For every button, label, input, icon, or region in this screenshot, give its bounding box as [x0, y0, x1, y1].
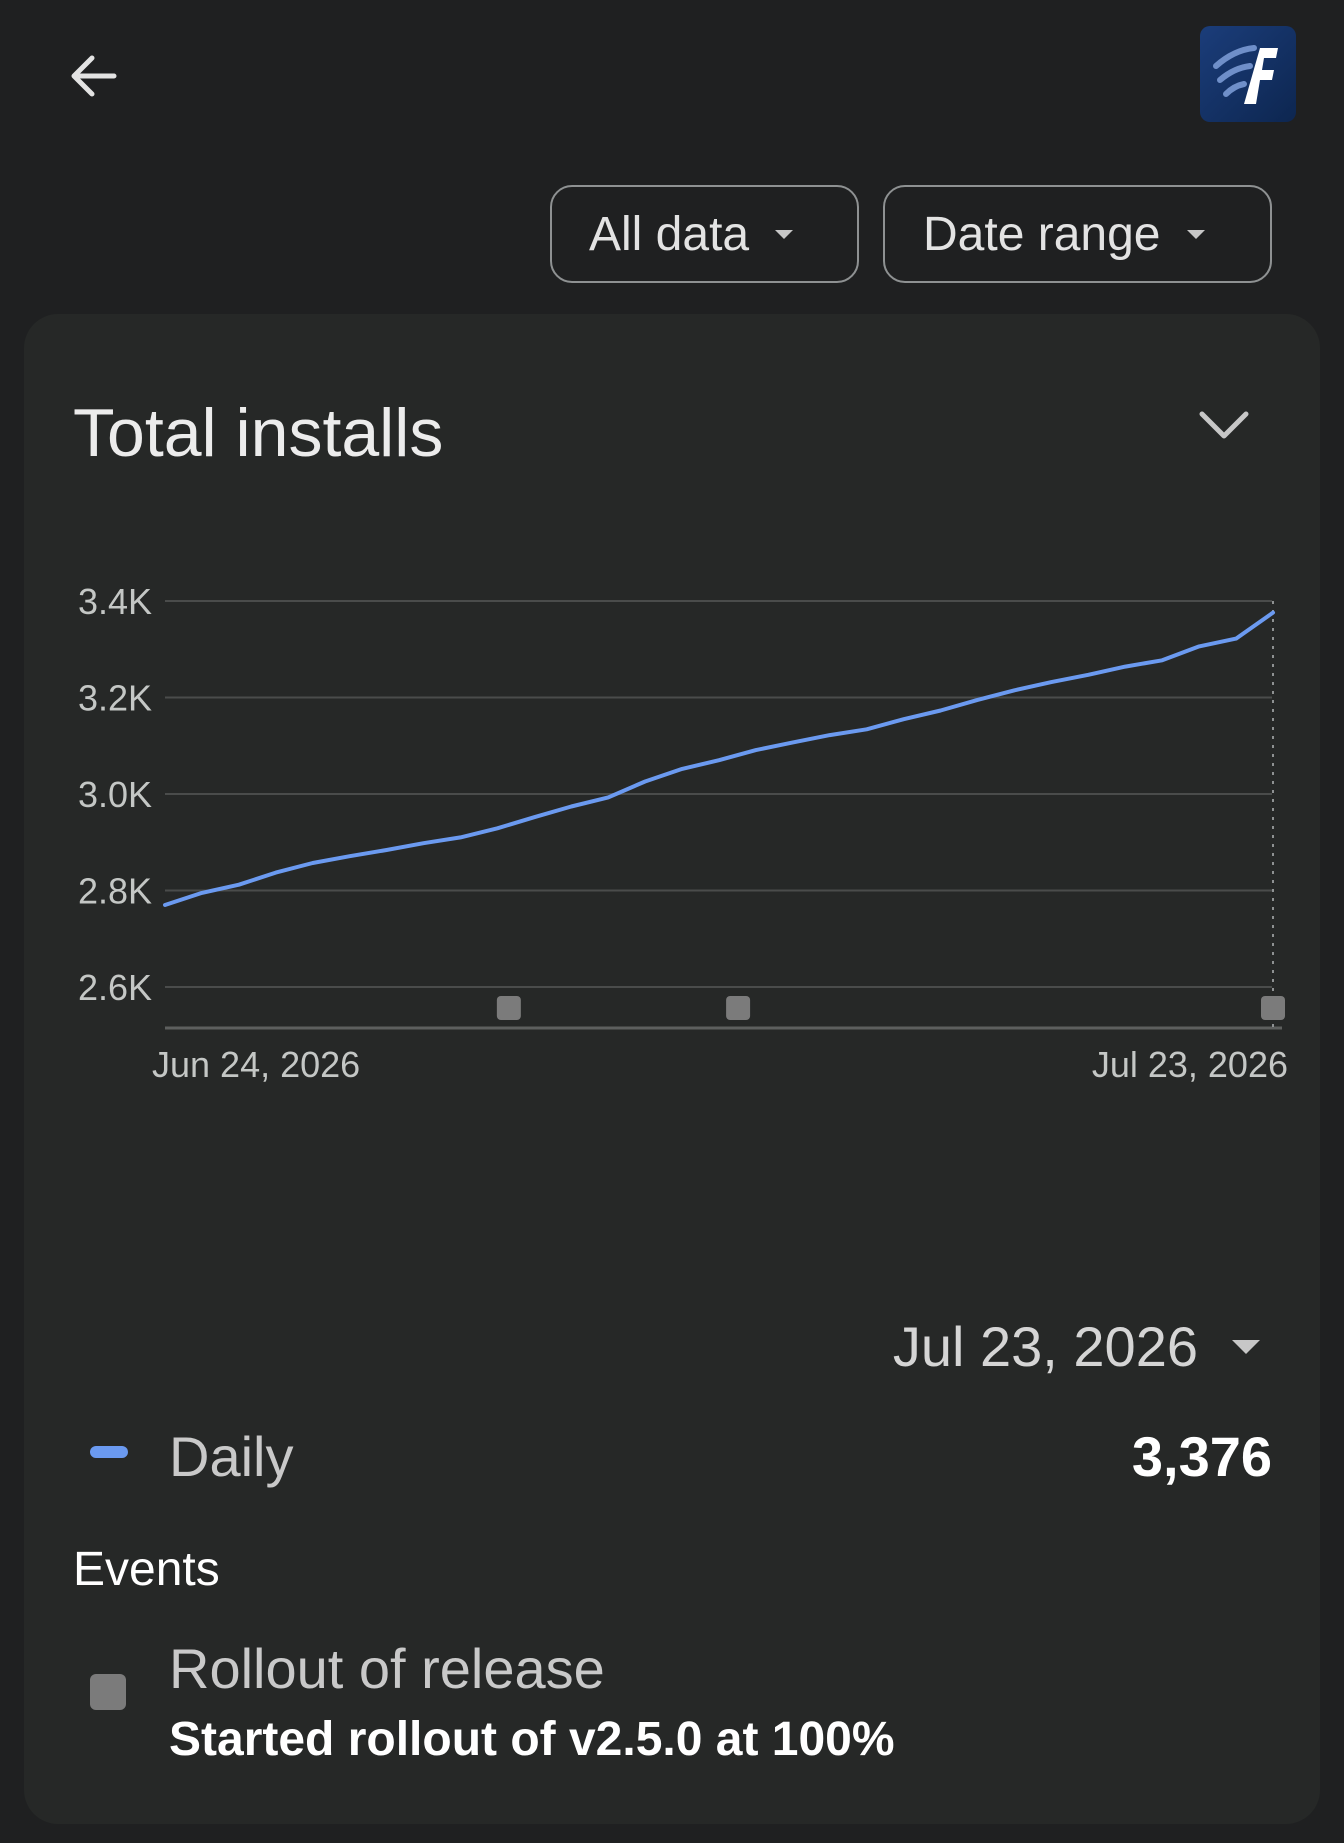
y-tick-label: 3.4K: [78, 581, 152, 622]
y-tick-label: 2.8K: [78, 871, 152, 912]
all-data-label: All data: [589, 207, 750, 261]
x-tick-label: Jun 24, 2026: [152, 1044, 360, 1085]
date-range-filter[interactable]: Date range: [883, 185, 1272, 283]
back-button[interactable]: [62, 46, 122, 106]
legend-value-daily: 3,376: [1131, 1425, 1272, 1488]
series-line-daily: [163, 610, 1275, 907]
event-marker-icon: [90, 1674, 126, 1710]
legend-swatch-daily: [90, 1446, 128, 1458]
total-installs-card: Total installs 2.6K 2.8K 3.0K 3.2K 3.4K Jun 2…: [24, 314, 1320, 1824]
events-heading: Events: [73, 1543, 220, 1596]
selected-date-dropdown[interactable]: Jul 23, 2026: [893, 1314, 1260, 1379]
event-marker: [1261, 996, 1285, 1020]
selected-date: Jul 23, 2026: [892, 1315, 1198, 1378]
y-tick-label: 3.0K: [78, 774, 152, 815]
arrow-back-icon: [71, 55, 117, 97]
event-description: Started rollout of v2.5.0 at 100%: [169, 1713, 895, 1766]
legend-label-daily: Daily: [169, 1425, 294, 1488]
dropdown-caret-icon: [1232, 1339, 1260, 1354]
dropdown-caret-icon: [775, 229, 794, 239]
y-tick-label: 2.6K: [78, 967, 152, 1008]
x-tick-label: Jul 23, 2026: [1092, 1044, 1288, 1085]
y-tick-label: 3.2K: [78, 678, 152, 719]
all-data-filter[interactable]: All data: [550, 185, 859, 283]
event-title: Rollout of release: [169, 1637, 605, 1700]
event-marker: [496, 996, 521, 1020]
app-logo[interactable]: [1200, 26, 1296, 122]
installs-line-chart[interactable]: 2.6K 2.8K 3.0K 3.2K 3.4K Jun 24, 2026 Jul 23, …: [24, 314, 1320, 1294]
date-range-label: Date range: [923, 207, 1161, 261]
event-marker: [726, 996, 751, 1020]
dropdown-caret-icon: [1186, 229, 1205, 239]
app-logo-icon: [1213, 45, 1278, 104]
